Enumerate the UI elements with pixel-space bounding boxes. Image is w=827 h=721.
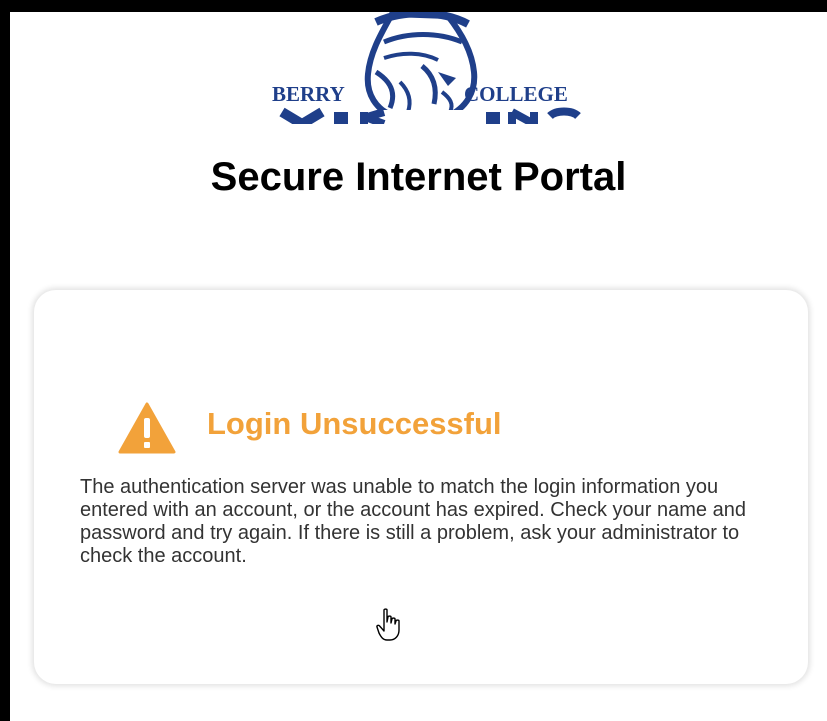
window-frame: BERRY COLLEGE Secure Internet Portal Log… xyxy=(0,0,827,721)
alert-card: Login Unsuccessful The authentication se… xyxy=(34,290,808,684)
berry-college-vikings-logo: BERRY COLLEGE xyxy=(272,12,592,124)
alert-message: The authentication server was unable to … xyxy=(80,476,746,567)
logo-word-college: COLLEGE xyxy=(464,82,568,106)
hand-pointer-icon xyxy=(376,608,400,641)
page-title: Secure Internet Portal xyxy=(210,155,627,199)
alert-heading: Login Unsuccessful xyxy=(207,406,502,441)
warning-triangle-icon xyxy=(118,402,176,454)
viking-head-emblem xyxy=(272,12,592,124)
portal-page: BERRY COLLEGE Secure Internet Portal Log… xyxy=(10,12,827,721)
logo-word-berry: BERRY xyxy=(272,82,345,106)
